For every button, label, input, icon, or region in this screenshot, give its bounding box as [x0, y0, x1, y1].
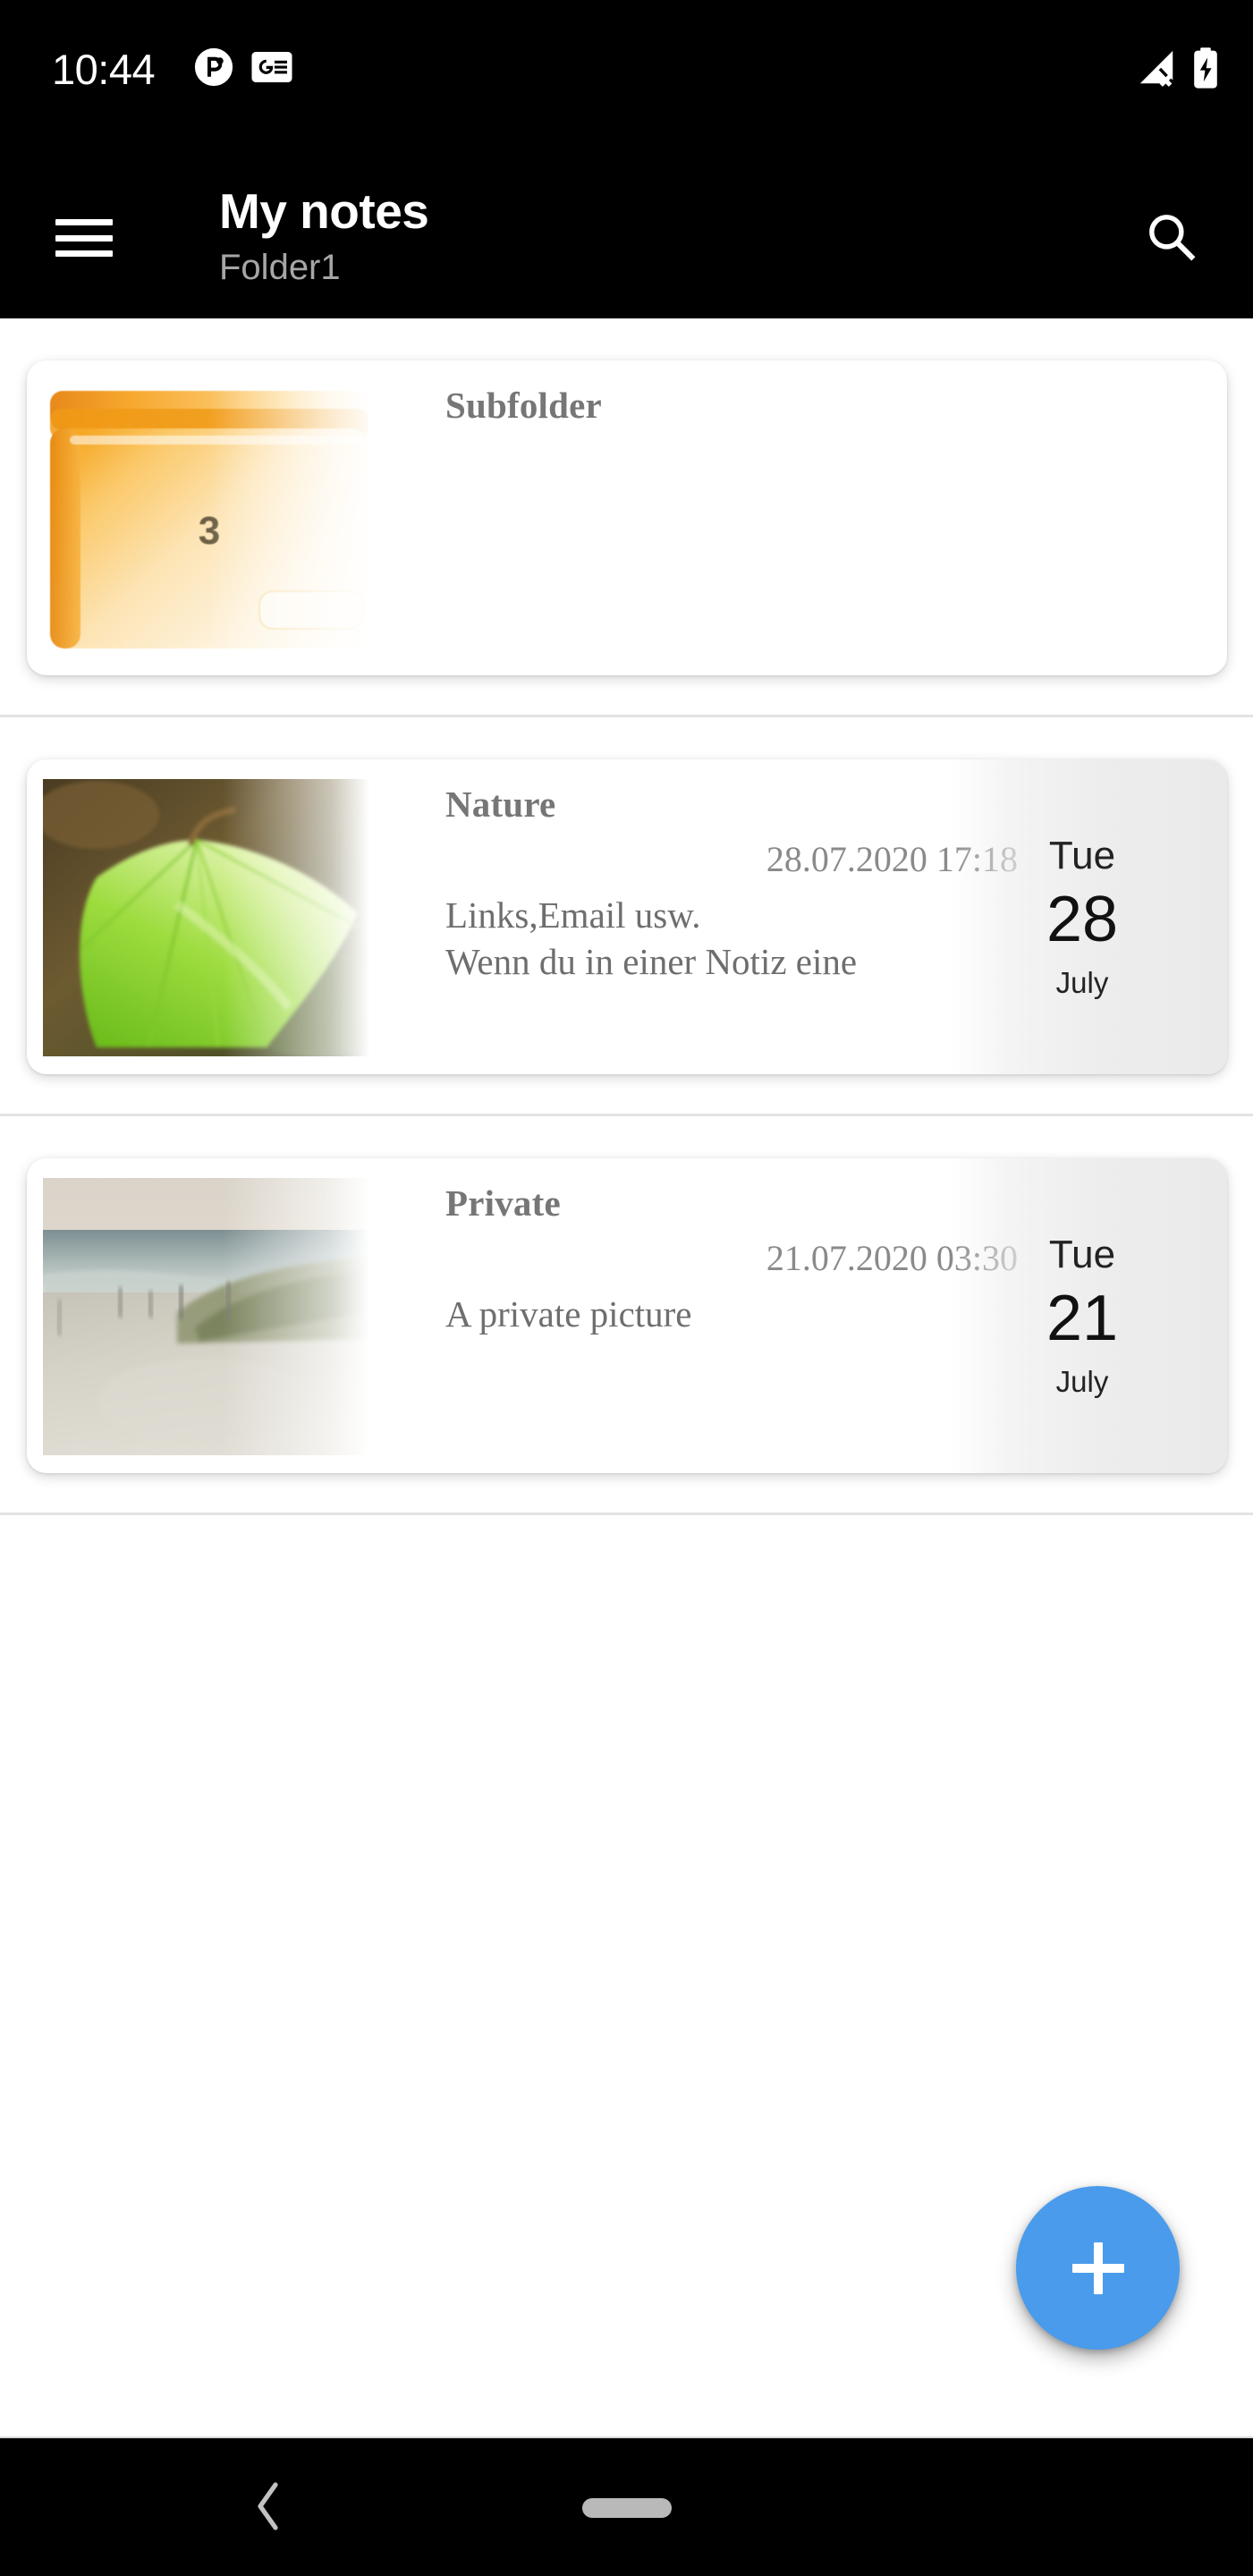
note-snippet-line: Wenn du in einer Notiz eine — [445, 941, 858, 982]
leaf-photo-thumbnail — [43, 779, 369, 1056]
battery-charging-icon — [1192, 47, 1219, 94]
note-card[interactable]: Nature 28.07.2020 17:18 Links,Email usw.… — [27, 759, 1227, 1074]
note-snippet: Links,Email usw. Wenn du in einer Notiz … — [445, 892, 857, 985]
app-notification-icon — [193, 47, 234, 92]
beach-photo-thumbnail — [43, 1178, 369, 1455]
date-day: 28 — [1046, 884, 1119, 955]
status-bar: 10:44 — [0, 0, 1253, 159]
note-snippet-line: Links,Email usw. — [445, 894, 701, 936]
page-subtitle: Folder1 — [219, 248, 341, 287]
status-notification-icons — [193, 47, 293, 92]
list-item[interactable]: 3 Subfolder — [0, 318, 1253, 717]
status-right-icons — [1137, 47, 1219, 94]
system-navigation-bar — [0, 2436, 1253, 2576]
note-card[interactable]: Private 21.07.2020 03:30 A private pictu… — [27, 1158, 1227, 1473]
search-icon — [1143, 208, 1198, 268]
date-weekday: Tue — [1048, 834, 1116, 877]
hamburger-bar — [55, 250, 113, 257]
folder-icon: 3 — [39, 377, 379, 661]
date-month: July — [1055, 966, 1109, 999]
note-snippet: A private picture — [445, 1291, 692, 1337]
date-day: 21 — [1046, 1283, 1119, 1354]
back-button[interactable] — [228, 2472, 309, 2544]
plus-icon — [1071, 2241, 1124, 2294]
list-item[interactable]: Private 21.07.2020 03:30 A private pictu… — [0, 1116, 1253, 1515]
add-note-fab[interactable] — [1016, 2186, 1180, 2350]
status-clock: 10:44 — [52, 46, 156, 93]
home-pill-icon[interactable] — [582, 2498, 672, 2518]
hamburger-bar — [55, 234, 113, 242]
news-card-icon — [250, 50, 293, 89]
note-datetime: 21.07.2020 03:30 — [766, 1238, 1018, 1278]
search-button[interactable] — [1126, 193, 1215, 283]
date-weekday: Tue — [1048, 1233, 1116, 1276]
hamburger-bar — [55, 219, 113, 225]
note-date-badge: Tue 21 July — [950, 1158, 1227, 1473]
signal-off-icon — [1137, 47, 1178, 93]
folder-card-body: Subfolder — [420, 360, 1227, 675]
app-bar-titles: My notes Folder1 — [219, 181, 429, 291]
page-title: My notes — [219, 183, 429, 239]
note-date-badge: Tue 28 July — [950, 759, 1227, 1074]
folder-card[interactable]: 3 Subfolder — [27, 360, 1227, 675]
note-snippet-line: A private picture — [445, 1293, 692, 1335]
list-item[interactable]: Nature 28.07.2020 17:18 Links,Email usw.… — [0, 717, 1253, 1116]
notes-list: 3 Subfolder Nature 28.07.2020 17:18 Link… — [0, 318, 1253, 1515]
note-datetime: 28.07.2020 17:18 — [766, 839, 1018, 879]
note-title: Private — [445, 1182, 561, 1224]
app-screen: 10:44 My notes Folder1 3 Subfolder Natur… — [0, 0, 1253, 2576]
hamburger-menu-icon[interactable] — [54, 213, 114, 263]
folder-count: 3 — [198, 509, 221, 553]
folder-title: Subfolder — [445, 385, 602, 426]
date-month: July — [1055, 1365, 1109, 1398]
app-bar: My notes Folder1 — [0, 159, 1253, 318]
back-chevron-icon — [249, 2479, 288, 2538]
note-title: Nature — [445, 784, 556, 825]
